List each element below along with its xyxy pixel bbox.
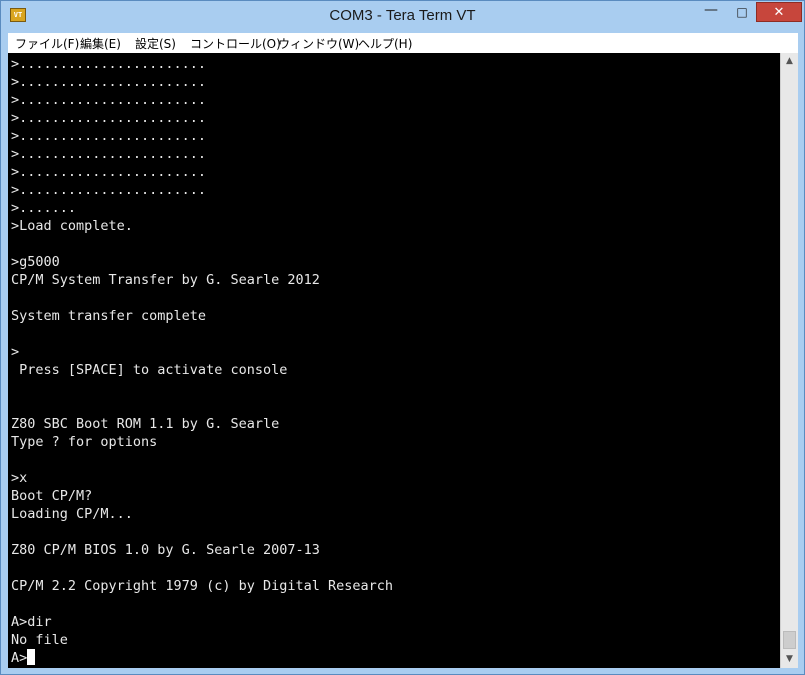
minimize-button[interactable]: —: [694, 2, 728, 22]
vertical-scrollbar[interactable]: ▲ ▼: [780, 53, 798, 668]
title-bar[interactable]: VT COM3 - Tera Term VT — □ ✕: [1, 1, 804, 33]
terminal-line: System transfer complete: [11, 308, 207, 324]
terminal-line: CP/M 2.2 Copyright 1979 (c) by Digital R…: [11, 578, 394, 594]
terminal-line: >g5000: [11, 254, 60, 270]
menu-help[interactable]: ヘルプ(H): [358, 35, 412, 52]
terminal-line: >.......................: [11, 182, 207, 198]
terminal-prompt-line[interactable]: A>: [11, 649, 781, 667]
terminal-line: Loading CP/M...: [11, 506, 133, 522]
terminal-line: Boot CP/M?: [11, 488, 93, 504]
terminal-line: >: [11, 344, 20, 360]
terminal-line: >.......: [11, 200, 77, 216]
terminal-line: Type ? for options: [11, 434, 158, 450]
terminal-line: >.......................: [11, 74, 207, 90]
menu-control[interactable]: コントロール(O): [190, 35, 281, 52]
terminal-output[interactable]: >....................... >...............…: [11, 55, 781, 667]
tera-term-window: VT COM3 - Tera Term VT — □ ✕ ファイル(F) 編集(…: [0, 0, 805, 675]
menu-bar: ファイル(F) 編集(E) 設定(S) コントロール(O) ウィンドウ(W) ヘ…: [8, 33, 798, 53]
menu-window[interactable]: ウィンドウ(W): [278, 35, 359, 52]
text-cursor: [27, 649, 36, 665]
menu-setup[interactable]: 設定(S): [135, 35, 176, 52]
terminal-line: >.......................: [11, 128, 207, 144]
terminal-line: No file: [11, 632, 68, 648]
menu-edit[interactable]: 編集(E): [80, 35, 121, 52]
terminal-line: >.......................: [11, 146, 207, 162]
scroll-down-icon[interactable]: ▼: [781, 651, 798, 668]
terminal-line: >x: [11, 470, 28, 486]
terminal-line: Press [SPACE] to activate console: [11, 362, 288, 378]
scrollbar-thumb[interactable]: [783, 631, 796, 649]
terminal-line: >.......................: [11, 56, 207, 72]
terminal-line: Z80 CP/M BIOS 1.0 by G. Searle 2007-13: [11, 542, 320, 558]
terminal-line: >.......................: [11, 164, 207, 180]
terminal-line: Z80 SBC Boot ROM 1.1 by G. Searle: [11, 416, 280, 432]
terminal-prompt: A>: [11, 650, 28, 666]
close-button[interactable]: ✕: [756, 2, 802, 22]
scroll-up-icon[interactable]: ▲: [781, 53, 798, 70]
terminal-area[interactable]: >....................... >...............…: [8, 53, 798, 668]
terminal-line: >.......................: [11, 92, 207, 108]
menu-file[interactable]: ファイル(F): [15, 35, 79, 52]
terminal-line: >Load complete.: [11, 218, 133, 234]
terminal-line: A>dir: [11, 614, 52, 630]
terminal-line: CP/M System Transfer by G. Searle 2012: [11, 272, 320, 288]
terminal-line: >.......................: [11, 110, 207, 126]
window-title: COM3 - Tera Term VT: [329, 7, 476, 24]
maximize-button[interactable]: □: [728, 2, 756, 22]
